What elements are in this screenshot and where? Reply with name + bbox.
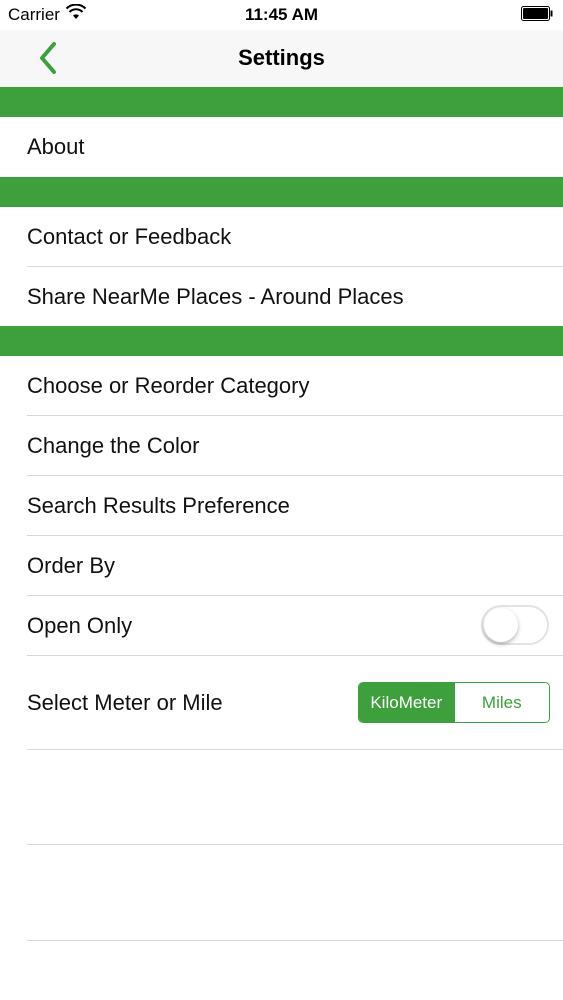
toggle-knob <box>484 608 518 642</box>
settings-row-change-color[interactable]: Change the Color <box>0 416 563 475</box>
row-separator <box>27 749 563 750</box>
row-label: Order By <box>27 553 116 578</box>
open-only-toggle[interactable] <box>481 605 549 645</box>
row-label: Contact or Feedback <box>27 224 232 249</box>
unit-option-miles[interactable]: Miles <box>453 683 549 722</box>
settings-row-about[interactable]: About <box>0 117 563 176</box>
row-label: Open Only <box>27 613 133 638</box>
status-bar: Carrier 11:45 AM <box>0 0 563 30</box>
row-label: Change the Color <box>27 433 200 458</box>
row-label: About <box>27 134 85 159</box>
row-separator <box>27 655 563 656</box>
settings-row-order-by[interactable]: Order By <box>0 536 563 595</box>
section-header-1 <box>0 87 563 117</box>
row-separator <box>27 844 563 845</box>
page-title: Settings <box>238 45 325 70</box>
section-header-3 <box>0 326 563 356</box>
settings-row-share[interactable]: Share NearMe Places - Around Places <box>0 267 563 326</box>
settings-row-open-only: Open Only <box>0 596 563 655</box>
row-label: Search Results Preference <box>27 493 290 518</box>
row-label: Choose or Reorder Category <box>27 373 310 398</box>
settings-row-choose-category[interactable]: Choose or Reorder Category <box>0 356 563 415</box>
unit-option-kilometer[interactable]: KiloMeter <box>359 683 454 722</box>
row-separator <box>27 940 563 941</box>
settings-row-contact-feedback[interactable]: Contact or Feedback <box>0 207 563 266</box>
status-time: 11:45 AM <box>244 5 319 24</box>
section-header-2 <box>0 177 563 207</box>
row-label: Share NearMe Places - Around Places <box>27 284 404 309</box>
navigation-bar: Settings <box>0 30 563 87</box>
settings-row-search-preference[interactable]: Search Results Preference <box>0 476 563 535</box>
unit-segmented-control[interactable]: KiloMeter Miles <box>358 682 550 723</box>
battery-icon <box>521 6 553 21</box>
row-label: Select Meter or Mile <box>27 690 223 715</box>
